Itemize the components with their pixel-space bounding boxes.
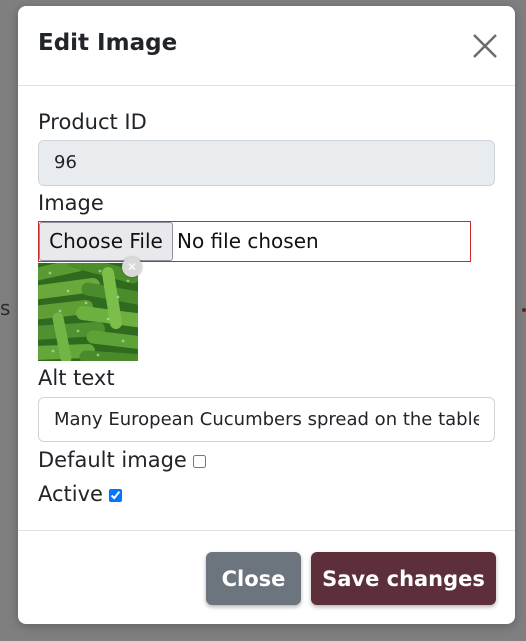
default-image-checkbox[interactable] xyxy=(192,454,206,468)
active-label: Active xyxy=(38,482,103,506)
close-icon[interactable] xyxy=(471,32,499,60)
edit-image-modal: Edit Image Product ID 96 Image Choose Fi… xyxy=(18,6,515,624)
active-row: Active xyxy=(38,482,122,506)
product-id-field: 96 xyxy=(38,140,495,186)
remove-x-icon[interactable]: ✕ xyxy=(122,257,142,277)
backdrop-dot xyxy=(522,308,526,312)
image-file-input[interactable]: Choose File No file chosen xyxy=(38,221,471,262)
image-thumbnail xyxy=(38,263,138,361)
active-checkbox[interactable] xyxy=(108,488,122,502)
choose-file-button[interactable]: Choose File xyxy=(39,222,173,261)
default-image-label: Default image xyxy=(38,448,187,472)
alt-text-field[interactable] xyxy=(38,397,495,442)
backdrop-partial-text: s xyxy=(0,296,11,320)
alt-text-label: Alt text xyxy=(38,366,115,390)
modal-header: Edit Image xyxy=(18,6,515,86)
product-id-label: Product ID xyxy=(38,110,147,134)
file-status-text: No file chosen xyxy=(177,229,319,253)
default-image-row: Default image xyxy=(38,448,206,472)
modal-footer: Close Save changes xyxy=(18,530,515,624)
save-changes-button[interactable]: Save changes xyxy=(311,552,496,605)
image-label: Image xyxy=(38,191,104,215)
close-button[interactable]: Close xyxy=(206,552,301,605)
modal-title: Edit Image xyxy=(38,30,178,56)
